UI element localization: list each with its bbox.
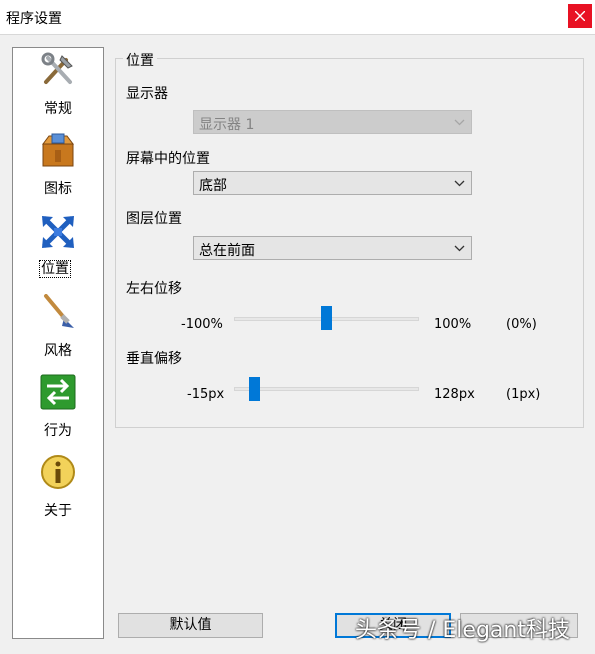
- chevron-down-icon: [454, 245, 465, 252]
- layer-label: 图层位置: [126, 211, 182, 227]
- sidebar-item-label: 图标: [44, 181, 72, 197]
- monitor-select-value: 显示器 1: [199, 117, 255, 133]
- v-offset-label: 垂直偏移: [126, 351, 182, 367]
- info-icon: [41, 455, 75, 489]
- sidebar-item-label: 关于: [44, 503, 72, 519]
- window-title: 程序设置: [6, 11, 62, 27]
- defaults-button[interactable]: 默认值: [118, 613, 263, 638]
- sidebar-item-behavior[interactable]: 行为: [13, 374, 103, 452]
- chevron-down-icon: [454, 180, 465, 187]
- v-offset-slider-thumb[interactable]: [249, 377, 261, 401]
- h-offset-max: 100%: [434, 317, 472, 332]
- v-offset-slider[interactable]: [234, 387, 419, 391]
- brush-icon: [44, 294, 74, 328]
- sidebar-item-general[interactable]: 常规: [13, 52, 103, 130]
- layer-value: 总在前面: [199, 243, 255, 259]
- sidebar-item-label: 行为: [44, 423, 72, 439]
- h-offset-label: 左右位移: [126, 281, 182, 297]
- tools-icon: [41, 52, 73, 84]
- watermark: 头条号 / Elegant科技: [355, 618, 570, 643]
- h-offset-current: (0%): [506, 317, 537, 332]
- sidebar-item-label: 风格: [44, 343, 72, 359]
- close-window-button[interactable]: [568, 4, 592, 28]
- sidebar-item-about[interactable]: 关于: [13, 454, 103, 532]
- box-icon: [42, 133, 74, 167]
- screen-position-select[interactable]: 底部: [193, 171, 472, 195]
- layer-select[interactable]: 总在前面: [193, 236, 472, 260]
- exchange-arrows-icon: [40, 374, 76, 410]
- sidebar-item-icons[interactable]: 图标: [13, 132, 103, 210]
- move-arrows-icon: [42, 216, 74, 248]
- monitor-label: 显示器: [126, 86, 168, 102]
- h-offset-slider-thumb[interactable]: [321, 306, 332, 330]
- h-offset-min: -100%: [181, 317, 223, 332]
- v-offset-max: 128px: [434, 387, 475, 402]
- settings-sidebar: 常规 图标 位置 风格 行为 关于: [12, 47, 104, 639]
- sidebar-item-label: 常规: [44, 101, 72, 117]
- v-offset-current: (1px): [506, 387, 541, 402]
- sidebar-item-position[interactable]: 位置: [13, 214, 103, 292]
- screen-position-value: 底部: [199, 178, 227, 194]
- chevron-down-icon: [454, 119, 465, 126]
- group-title: 位置: [123, 50, 157, 70]
- title-bar: 程序设置: [0, 0, 595, 35]
- close-icon: [575, 11, 585, 21]
- sidebar-item-label: 位置: [39, 260, 71, 278]
- monitor-select: 显示器 1: [193, 110, 472, 134]
- v-offset-min: -15px: [187, 387, 225, 402]
- sidebar-item-style[interactable]: 风格: [13, 294, 103, 372]
- screen-position-label: 屏幕中的位置: [126, 151, 210, 167]
